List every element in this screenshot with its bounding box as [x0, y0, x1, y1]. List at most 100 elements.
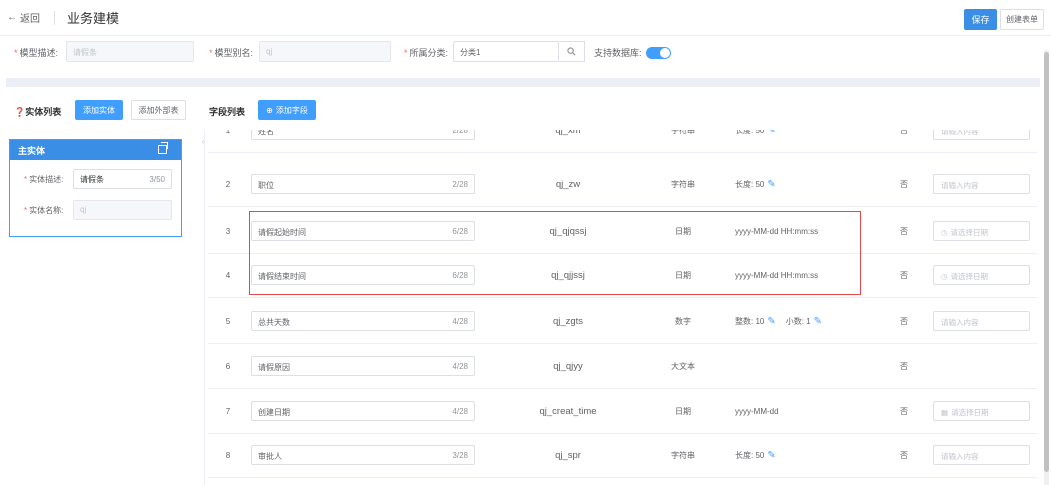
field-name-count: 2/28	[452, 130, 468, 135]
back-button[interactable]: ← 返回	[7, 10, 40, 25]
field-name-count: 3/28	[452, 451, 468, 460]
field-nullable: 否	[900, 226, 908, 236]
field-name-input[interactable]: 创建日期 4/28	[251, 401, 475, 421]
field-name-value: 审批人	[258, 452, 282, 461]
field-type: 字符串	[671, 450, 695, 460]
field-list-title: 字段列表	[209, 107, 246, 117]
field-name-input[interactable]: 请假原因 4/28	[251, 356, 475, 376]
field-default-placeholder: 请输入内容	[941, 181, 979, 190]
field-code: qj_zw	[555, 178, 581, 190]
entity-desc-input[interactable]: 请假条 3/50	[73, 169, 172, 189]
add-external-table-button[interactable]: 添加外部表	[131, 100, 186, 120]
field-name-value: 请假原因	[258, 363, 290, 372]
row-index: 8	[225, 450, 231, 460]
field-nullable: 否	[900, 316, 908, 326]
field-name-count: 4/28	[452, 362, 468, 371]
pencil-icon[interactable]: ✎	[767, 316, 775, 327]
field-code: qj_qjqssj	[549, 225, 587, 237]
entity-desc-count: 3/50	[149, 175, 165, 184]
field-name-count: 6/28	[452, 271, 468, 280]
field-default-input[interactable]: ◷ 请选择日期	[933, 221, 1030, 241]
field-name-count: 2/28	[452, 180, 468, 189]
field-nullable: 否	[900, 130, 908, 135]
divider	[54, 10, 55, 25]
collapse-panel-icon[interactable]: ‹	[198, 134, 208, 148]
field-config: 长度: 50 ✎	[735, 130, 895, 153]
field-name-input[interactable]: 审批人 3/28	[251, 445, 475, 465]
main-entity-card[interactable]: 主实体 * 实体描述: 请假条 3/50 * 实体名称: qj	[9, 139, 182, 237]
field-config-value: yyyy-MM-dd HH:mm:ss	[735, 226, 819, 236]
create-form-button[interactable]: 创建表单	[1000, 9, 1044, 30]
field-type: 字符串	[671, 179, 695, 189]
field-name-value: 姓名	[258, 130, 274, 136]
pencil-icon[interactable]: ✎	[767, 450, 775, 461]
model-desc-label: * 模型描述:	[14, 48, 59, 58]
field-config	[735, 343, 895, 389]
field-config-value: yyyy-MM-dd	[735, 406, 779, 416]
clock-icon: ◷	[941, 228, 948, 237]
field-config: yyyy-MM-dd HH:mm:ss	[735, 208, 895, 254]
copy-icon[interactable]	[158, 142, 168, 154]
field-nullable: 否	[900, 361, 908, 371]
model-alias-input[interactable]: qj	[259, 41, 391, 62]
field-name-value: 请假起始时间	[258, 228, 306, 237]
field-default-input[interactable]: ▦ 请选择日期	[933, 401, 1030, 421]
field-code: qj_creat_time	[539, 405, 597, 417]
field-name-input[interactable]: 姓名 2/28	[251, 130, 475, 140]
calendar-icon: ▦	[941, 408, 949, 417]
table-row: 8 审批人 3/28 qj_spr 字符串 长度: 50 ✎ 否 请输入内容	[208, 432, 1037, 478]
add-field-label: 添加字段	[275, 105, 308, 115]
field-name-count: 4/28	[452, 317, 468, 326]
field-config-value: 长度: 50	[735, 450, 765, 460]
field-config: 长度: 50 ✎	[735, 432, 895, 478]
model-desc-input[interactable]: 请假条	[66, 41, 194, 62]
pencil-icon[interactable]: ✎	[814, 316, 822, 327]
db-support-toggle[interactable]	[646, 47, 671, 59]
field-default-input[interactable]: 请输入内容	[933, 311, 1030, 331]
page-title: 业务建模	[67, 11, 120, 26]
add-entity-button[interactable]: 添加实体	[75, 100, 123, 120]
entity-name-input[interactable]: qj	[73, 200, 172, 220]
field-name-input[interactable]: 请假起始时间 6/28	[251, 221, 475, 241]
category-select[interactable]: 分类1	[453, 41, 559, 62]
panel-divider	[204, 130, 205, 485]
save-button[interactable]: 保存	[964, 9, 997, 30]
pencil-icon[interactable]: ✎	[767, 179, 775, 190]
field-type: 字符串	[671, 130, 695, 135]
field-nullable: 否	[900, 179, 908, 189]
field-default-input[interactable]: 请输入内容	[933, 445, 1030, 465]
field-config-value: 长度: 50	[735, 179, 765, 189]
field-name-input[interactable]: 总共天数 4/28	[251, 311, 475, 331]
add-field-button[interactable]: ⊕ 添加字段	[258, 100, 316, 120]
field-name-input[interactable]: 请假结束时间 6/28	[251, 265, 475, 285]
scrollbar-thumb[interactable]	[1044, 52, 1049, 472]
entity-list-title: ❓实体列表	[14, 107, 62, 117]
main-entity-header: 主实体	[10, 140, 181, 160]
row-index: 7	[225, 406, 231, 416]
row-index: 1	[225, 130, 231, 135]
row-index: 5	[225, 316, 231, 326]
field-nullable: 否	[900, 450, 908, 460]
field-type: 大文本	[671, 361, 695, 371]
field-type: 日期	[675, 406, 691, 416]
category-search-button[interactable]	[559, 41, 585, 62]
table-row: 1 姓名 2/28 qj_xm 字符串 长度: 50 ✎ 否 请输入内容	[208, 130, 1037, 153]
field-config: 整数: 10 ✎ 小数: 1 ✎	[735, 298, 895, 344]
section-divider-bar	[6, 78, 1040, 87]
field-config-value: 长度: 50	[735, 130, 765, 135]
question-circle-icon: ❓	[14, 107, 26, 117]
field-name-input[interactable]: 职位 2/28	[251, 174, 475, 194]
table-row: 4 请假结束时间 6/28 qj_qjjssj 日期 yyyy-MM-dd HH:mm:s…	[208, 252, 1037, 298]
pencil-icon[interactable]: ✎	[767, 130, 775, 136]
field-name-value: 请假结束时间	[258, 272, 306, 281]
field-config-decimal: 小数: 1	[785, 316, 811, 326]
field-default-placeholder: 请输入内容	[941, 318, 979, 327]
field-nullable: 否	[900, 270, 908, 280]
field-default-input[interactable]: 请输入内容	[933, 130, 1030, 140]
field-default-input[interactable]: ◷ 请选择日期	[933, 265, 1030, 285]
plus-circle-icon: ⊕	[266, 105, 273, 115]
field-default-input[interactable]: 请输入内容	[933, 174, 1030, 194]
entity-name-label: * 实体名称:	[24, 206, 64, 215]
row-index: 6	[225, 361, 231, 371]
row-index: 3	[225, 226, 231, 236]
